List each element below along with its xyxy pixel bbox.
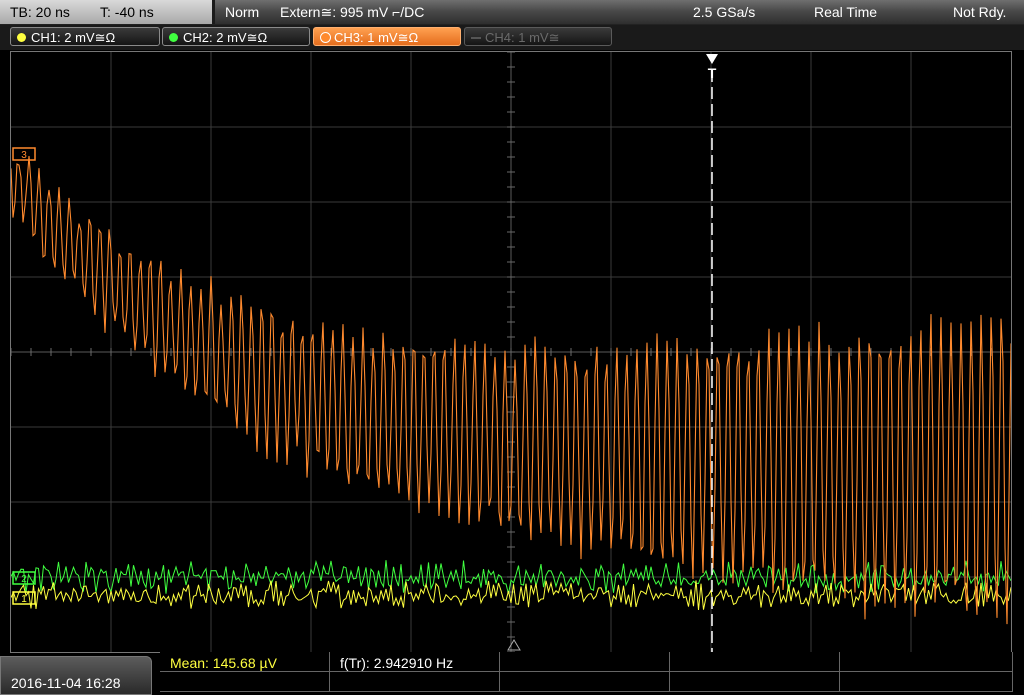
measurement-frequency: f(Tr): 2.942910 Hz xyxy=(340,655,454,671)
measurement-cell-5[interactable] xyxy=(840,652,1013,672)
measurement-cell-9[interactable] xyxy=(670,672,840,692)
acquisition-mode[interactable]: Real Time xyxy=(814,0,877,24)
measurement-bar: Mean: 145.68 µV f(Tr): 2.942910 Hz xyxy=(160,652,1013,695)
trigger-mode[interactable]: Norm xyxy=(225,0,259,24)
measurement-cell-8[interactable] xyxy=(500,672,670,692)
ch1-offset-label: 1 xyxy=(21,594,27,605)
graticule xyxy=(11,52,1011,652)
trigger-time-value: T: -40 ns xyxy=(100,4,154,20)
acquisition-status: Not Rdy. xyxy=(953,4,1007,20)
trigger-marker-label: T xyxy=(708,65,717,81)
channel-tab-ch1[interactable]: CH1: 2 mV≅Ω xyxy=(10,27,160,46)
measurement-cell-7[interactable] xyxy=(330,672,500,692)
ch2-color-dot xyxy=(169,33,178,42)
trigger-position-arrow-icon[interactable] xyxy=(706,54,718,64)
sample-rate: 2.5 GSa/s xyxy=(693,4,756,20)
timebase-box[interactable]: TB: 20 ns T: -40 ns xyxy=(0,0,215,24)
trigger-level-arrow-icon[interactable] xyxy=(507,639,521,651)
ch2-label: CH2: 2 mV≅Ω xyxy=(183,30,268,45)
measurement-cell-3[interactable] xyxy=(500,652,670,672)
measurement-cell-6[interactable] xyxy=(160,672,330,692)
ch1-color-dot xyxy=(17,33,26,42)
channel-tab-ch3[interactable]: CH3: 1 mV≅Ω xyxy=(313,27,461,46)
measurement-mean: Mean: 145.68 µV xyxy=(170,655,277,671)
channel-tab-ch4[interactable]: CH4: 1 mV≅ xyxy=(464,27,612,46)
waveform-canvas: T 3 2 1 xyxy=(11,52,1011,652)
measurement-cell-4[interactable] xyxy=(670,652,840,672)
waveform-display[interactable]: T 3 2 1 xyxy=(10,51,1012,653)
datetime-box: 2016-11-04 16:28 xyxy=(0,656,152,695)
trigger-source[interactable]: Extern≅: 995 mV ⌐/DC xyxy=(280,0,424,24)
ch1-label: CH1: 2 mV≅Ω xyxy=(31,30,116,45)
ch3-label: CH3: 1 mV≅Ω xyxy=(334,30,419,45)
ch2-offset-label: 2 xyxy=(21,574,27,585)
datetime: 2016-11-04 16:28 xyxy=(11,675,121,691)
measurement-cell-10[interactable] xyxy=(840,672,1013,692)
ch3-offset-label: 3 xyxy=(21,150,27,161)
ch4-label: CH4: 1 mV≅ xyxy=(485,30,560,45)
channel-tab-ch2[interactable]: CH2: 2 mV≅Ω xyxy=(162,27,310,46)
ch4-off-indicator xyxy=(471,37,481,39)
timebase-value: TB: 20 ns xyxy=(10,4,70,20)
channel-bar: CH1: 2 mV≅Ω CH2: 2 mV≅Ω CH3: 1 mV≅Ω CH4:… xyxy=(0,25,1024,50)
ch3-color-dot xyxy=(320,32,331,43)
status-bar: TB: 20 ns T: -40 ns Norm Extern≅: 995 mV… xyxy=(0,0,1024,25)
